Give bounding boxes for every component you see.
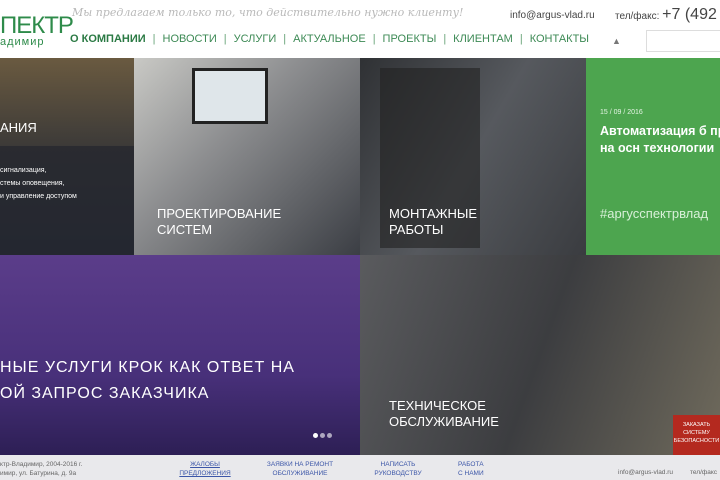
tile-title: АНИЯ — [0, 120, 37, 135]
footer-link-complaints[interactable]: ЖАЛОБЫ ПРЕДЛОЖЕНИЯ — [176, 460, 234, 478]
nav-news[interactable]: НОВОСТИ — [163, 33, 217, 45]
nav-separator: | — [443, 33, 447, 45]
tile-line: стемы оповещения, — [0, 180, 65, 187]
address: имир, ул. Батурина, д. 9а — [0, 470, 77, 477]
nav-separator: | — [223, 33, 227, 45]
tile-design[interactable]: ПРОЕКТИРОВАНИЕ СИСТЕМ — [134, 58, 360, 255]
carousel-dot[interactable] — [320, 433, 325, 438]
footer-link-management[interactable]: НАПИСАТЬ РУКОВОДСТВУ — [370, 460, 426, 478]
nav-clients[interactable]: КЛИЕНТАМ — [453, 33, 513, 45]
footer-email[interactable]: info@argus-vlad.ru — [618, 468, 673, 477]
footer: ктр-Владимир, 2004-2016 г. имир, ул. Бат… — [0, 455, 720, 480]
nav-projects[interactable]: ПРОЕКТЫ — [383, 33, 437, 45]
tile-title: ТЕХНИЧЕСКОЕ ОБСЛУЖИВАНИЕ — [389, 398, 499, 429]
user-icon[interactable]: ▲ — [612, 36, 621, 46]
nav-actual[interactable]: АКТУАЛЬНОЕ — [293, 33, 366, 45]
tile-installation[interactable]: МОНТАЖНЫЕ РАБОТЫ — [360, 58, 586, 255]
nav-contacts[interactable]: КОНТАКТЫ — [530, 33, 589, 45]
nav-services[interactable]: УСЛУГИ — [234, 33, 277, 45]
news-title[interactable]: Автоматизация б процессов на осн техноло… — [600, 123, 720, 157]
nav-separator: | — [519, 33, 523, 45]
slogan: Мы предлагаем только то, что действитель… — [72, 6, 464, 19]
footer-link-careers[interactable]: РАБОТА С НАМИ — [458, 460, 490, 478]
nav-separator: | — [152, 33, 156, 45]
tile-maintenance[interactable]: ТЕХНИЧЕСКОЕ ОБСЛУЖИВАНИЕ — [360, 255, 720, 455]
carousel-dot[interactable] — [327, 433, 332, 438]
nav-separator: | — [372, 33, 376, 45]
header: ПЕКТР адимир Мы предлагаем только то, чт… — [0, 0, 720, 58]
order-system-button[interactable]: ЗАКАЗАТЬ СИСТЕМУ БЕЗОПАСНОСТИ — [673, 415, 720, 455]
copyright: ктр-Владимир, 2004-2016 г. — [0, 461, 83, 468]
hashtag[interactable]: #аргусспектрвлад — [600, 206, 708, 221]
logo-subtitle: адимир — [0, 36, 45, 48]
phone-number[interactable]: +7 (492 — [662, 6, 717, 23]
tile-line: и управление доступом — [0, 193, 77, 200]
nav-separator: | — [283, 33, 287, 45]
header-email[interactable]: info@argus-vlad.ru — [510, 10, 595, 21]
tile-title: МОНТАЖНЫЕ РАБОТЫ — [389, 206, 478, 237]
search-input[interactable] — [646, 30, 720, 52]
tile-news[interactable]: 15 / 09 / 2016 Автоматизация б процессов… — [586, 58, 720, 255]
footer-phone-label: тел/факс — [690, 469, 718, 476]
phone-label: тел/факс: — [615, 11, 660, 22]
nav-about[interactable]: О КОМПАНИИ — [70, 33, 146, 45]
tile-line: сигнализация, — [0, 167, 47, 174]
tile-title: ПРОЕКТИРОВАНИЕ СИСТЕМ — [157, 206, 282, 237]
slide-title: НЫЕ УСЛУГИ КРОК КАК ОТВЕТ НА ОЙ ЗАПРОС З… — [0, 359, 295, 402]
footer-link-repair[interactable]: ЗАЯВКИ НА РЕМОНТ ОБСЛУЖИВАНИЕ — [262, 460, 338, 478]
tile-security-systems[interactable]: АНИЯ сигнализация, стемы оповещения, и у… — [0, 58, 134, 255]
header-phone: тел/факс: +7 (492 — [615, 6, 717, 24]
news-date: 15 / 09 / 2016 — [600, 109, 643, 116]
main-nav: О КОМПАНИИ | НОВОСТИ | УСЛУГИ | АКТУАЛЬНОЕ |… — [70, 33, 589, 45]
carousel-dot-active[interactable] — [313, 433, 318, 438]
tile-krok-slider[interactable]: НЫЕ УСЛУГИ КРОК КАК ОТВЕТ НА ОЙ ЗАПРОС З… — [0, 255, 360, 455]
